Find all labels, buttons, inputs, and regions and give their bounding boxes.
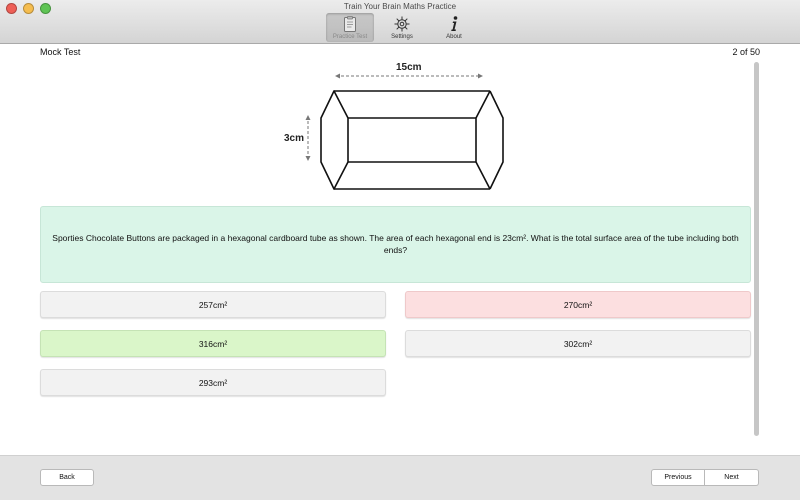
back-button[interactable]: Back xyxy=(40,469,94,486)
hexagonal-tube-figure: 15cm 3cm xyxy=(282,60,514,196)
vertical-scrollbar[interactable] xyxy=(754,62,759,436)
toolbar-practice-test[interactable]: Practice Test xyxy=(326,13,374,42)
toolbar: Practice Test Settings About xyxy=(326,13,478,42)
hexagonal-prism-drawing xyxy=(305,73,504,190)
toolbar-label-about: About xyxy=(446,34,462,40)
window-title: Train Your Brain Maths Practice xyxy=(343,2,457,11)
toolbar-about[interactable]: About xyxy=(430,13,478,42)
toolbar-label-practice-test: Practice Test xyxy=(332,34,368,40)
answer-option-5[interactable]: 293cm² xyxy=(40,369,386,396)
answer-option-3[interactable]: 316cm² xyxy=(40,330,386,357)
answer-option-2[interactable]: 270cm² xyxy=(405,291,751,318)
visible-edges xyxy=(320,90,504,190)
answer-label: 293cm² xyxy=(198,377,228,388)
question-box: Sporties Chocolate Buttons are packaged … xyxy=(40,206,751,283)
answer-label: 302cm² xyxy=(563,338,593,349)
info-icon xyxy=(451,16,458,31)
question-counter: 2 of 50 xyxy=(732,47,760,57)
length-label: 15cm xyxy=(396,62,422,73)
clipboard-icon xyxy=(344,16,356,32)
answer-option-4[interactable]: 302cm² xyxy=(405,330,751,357)
hidden-edges xyxy=(334,90,504,190)
window-toolbar: Train Your Brain Maths Practice Practice… xyxy=(0,0,800,44)
answer-label: 257cm² xyxy=(198,299,228,310)
next-button[interactable]: Next xyxy=(705,469,759,486)
page-title: Mock Test xyxy=(40,47,81,57)
bottom-navigation-bar: Back Previous Next xyxy=(0,455,800,500)
toolbar-settings[interactable]: Settings xyxy=(378,13,426,42)
answer-option-1[interactable]: 257cm² xyxy=(40,291,386,318)
answer-label: 270cm² xyxy=(563,299,593,310)
question-text: Sporties Chocolate Buttons are packaged … xyxy=(52,233,739,255)
answer-label: 316cm² xyxy=(198,338,228,349)
previous-button[interactable]: Previous xyxy=(651,469,705,486)
side-label: 3cm xyxy=(284,133,305,144)
gear-icon xyxy=(394,16,410,32)
toolbar-label-settings: Settings xyxy=(391,34,413,40)
